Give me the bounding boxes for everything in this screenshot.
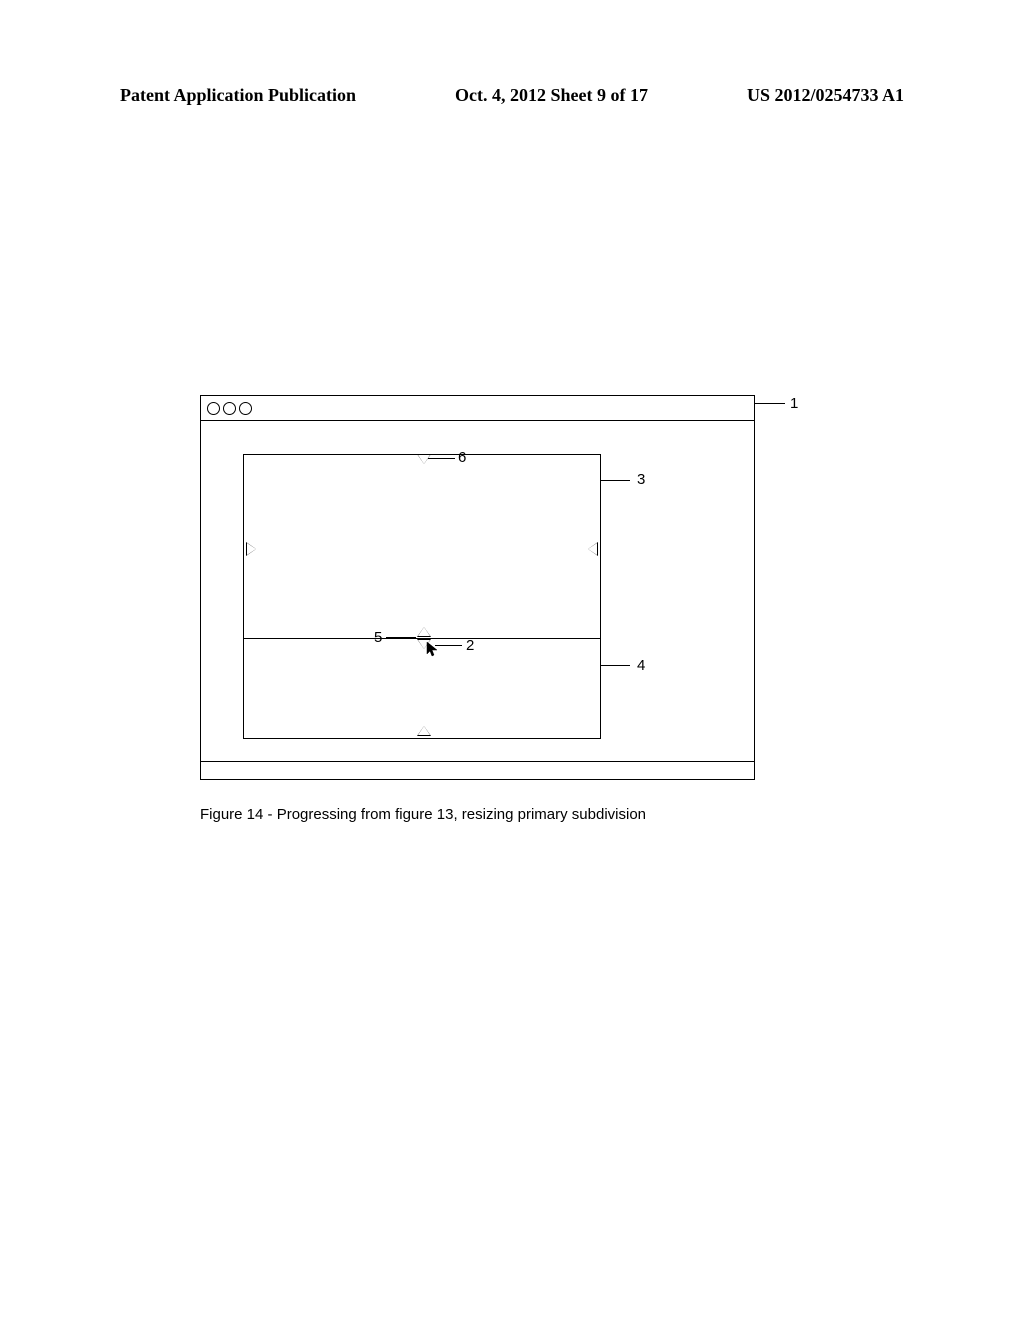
window-control-icon: [207, 402, 220, 415]
reference-numeral: 3: [637, 471, 645, 488]
window-control-icon: [223, 402, 236, 415]
page-header: Patent Application Publication Oct. 4, 2…: [0, 85, 1024, 106]
divider-handle-up-icon: [418, 627, 430, 636]
window-control-icon: [239, 402, 252, 415]
reference-numeral: 6: [458, 449, 466, 466]
leader-line: [600, 480, 630, 481]
leader-line: [755, 403, 785, 404]
resize-handle-bottom-icon: [418, 726, 430, 735]
subdivision-container: [243, 454, 601, 739]
window-title-bar: [201, 396, 754, 421]
reference-numeral: 4: [637, 657, 645, 674]
figure-14: 1 3 4 6 5 2: [200, 395, 790, 805]
leader-line: [435, 645, 462, 646]
header-publication-number: US 2012/0254733 A1: [747, 85, 904, 106]
application-window: [200, 395, 755, 780]
header-publication-label: Patent Application Publication: [120, 85, 356, 106]
header-date-sheet: Oct. 4, 2012 Sheet 9 of 17: [455, 85, 648, 106]
resize-handle-left-icon: [247, 543, 256, 555]
leader-line: [428, 458, 455, 459]
leader-line: [600, 665, 630, 666]
leader-line: [386, 637, 416, 638]
window-status-bar: [201, 761, 754, 779]
reference-numeral: 2: [466, 637, 474, 654]
resize-handle-top-icon: [418, 455, 430, 464]
figure-caption: Figure 14 - Progressing from figure 13, …: [200, 806, 646, 823]
resize-handle-right-icon: [588, 543, 597, 555]
cursor-icon: [426, 641, 442, 657]
reference-numeral: 1: [790, 395, 798, 412]
reference-numeral: 5: [374, 629, 382, 646]
subdivision-divider: [244, 638, 600, 639]
